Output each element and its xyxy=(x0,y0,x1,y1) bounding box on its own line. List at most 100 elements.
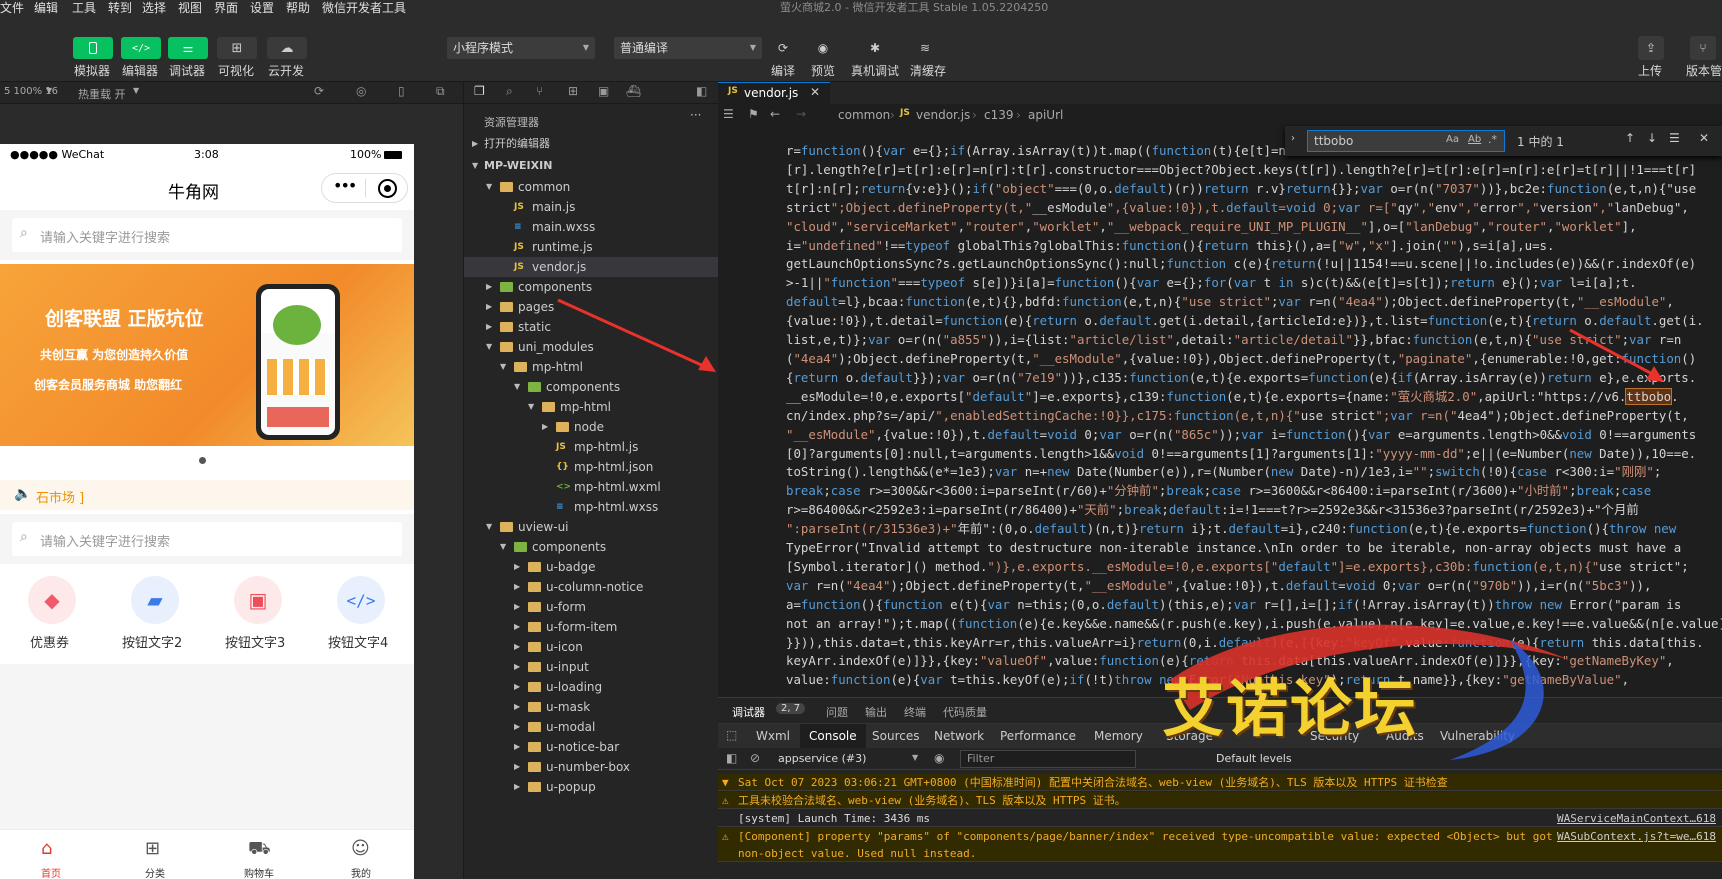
devtab-sources[interactable]: Sources xyxy=(872,729,919,743)
more-icon[interactable]: ••• xyxy=(333,176,357,195)
devtab-memory[interactable]: Memory xyxy=(1094,729,1143,743)
chevron-down-icon[interactable]: ▼ xyxy=(912,753,918,762)
arrow-down-icon[interactable]: ↓ xyxy=(1647,131,1657,145)
compile-label[interactable]: 编译 xyxy=(771,62,795,79)
eye-icon[interactable]: ◉ xyxy=(810,36,836,60)
file-row[interactable]: {} mp-html.json xyxy=(464,457,719,477)
notice-bar[interactable]: 🔈 石市场 ] xyxy=(0,480,414,510)
files-icon[interactable]: ❐ xyxy=(474,84,485,98)
breadcrumb-common[interactable]: common xyxy=(838,108,890,122)
coupon-icon[interactable]: ◆ xyxy=(28,576,76,624)
breadcrumb-file[interactable]: vendor.js xyxy=(916,108,970,122)
extensions-icon[interactable]: ⊞ xyxy=(568,84,578,98)
tab-debugger[interactable]: 调试器 xyxy=(732,704,765,720)
folder-row[interactable]: ▶ u-form-item xyxy=(464,617,719,637)
chevron-right-icon[interactable]: › xyxy=(1291,133,1295,144)
simulator-toggle[interactable] xyxy=(73,37,113,59)
source-link[interactable]: WAServiceMainContext…618 xyxy=(1557,810,1716,826)
home-icon[interactable]: ⌂ xyxy=(41,838,52,859)
search-input-2[interactable]: ⌕ 请输入关键字进行搜索 xyxy=(12,522,402,556)
folder-row[interactable]: ▶ u-mask xyxy=(464,697,719,717)
folder-row[interactable]: ▼ components xyxy=(464,537,719,557)
inspect-icon[interactable]: ⬚ xyxy=(726,728,737,742)
tab-code-quality[interactable]: 代码质量 xyxy=(943,704,987,720)
truck-icon[interactable]: ▰ xyxy=(131,576,179,624)
upload-icon[interactable]: ⇪ xyxy=(1638,36,1664,60)
editor-toggle[interactable]: </> xyxy=(121,37,161,59)
devtab-wxml[interactable]: Wxml xyxy=(756,729,790,743)
folder-row[interactable]: ▶ u-form xyxy=(464,597,719,617)
tab-cart[interactable]: 购物车 xyxy=(244,865,274,879)
tab-me[interactable]: 我的 xyxy=(351,865,371,879)
tab-home[interactable]: 首页 xyxy=(41,865,61,879)
tab-output[interactable]: 输出 xyxy=(865,704,887,720)
chevron-down-icon[interactable]: ▼ xyxy=(133,86,139,95)
file-row[interactable]: ≡ mp-html.wxss xyxy=(464,497,719,517)
folder-row[interactable]: ▼ mp-html xyxy=(464,397,719,417)
folder-row[interactable]: ▼ common xyxy=(464,177,719,197)
visual-toggle[interactable]: ⊞ xyxy=(217,37,257,59)
devtab-network[interactable]: Network xyxy=(934,729,984,743)
refresh-icon[interactable]: ⟳ xyxy=(314,84,324,98)
menu-select[interactable]: 选择 xyxy=(142,0,166,16)
arrow-up-icon[interactable]: ↑ xyxy=(1625,131,1635,145)
more-icon[interactable]: ··· xyxy=(690,108,701,122)
bookmark-icon[interactable]: ⚑ xyxy=(748,107,759,121)
upload-label[interactable]: 上传 xyxy=(1638,62,1662,79)
menu-goto[interactable]: 转到 xyxy=(108,0,132,16)
debug-icon[interactable]: ▣ xyxy=(598,84,609,98)
preview-label[interactable]: 预览 xyxy=(811,62,835,79)
phone-icon[interactable]: ▯ xyxy=(398,84,405,98)
menu-settings[interactable]: 设置 xyxy=(250,0,274,16)
folder-row[interactable]: ▶ u-popup xyxy=(464,777,719,797)
whole-word-icon[interactable]: Ab xyxy=(1468,134,1481,145)
open-editors-header[interactable]: ▶ 打开的编辑器 xyxy=(464,133,719,155)
forward-icon[interactable]: → xyxy=(796,107,806,121)
clear-icon[interactable]: ⊘ xyxy=(750,751,760,765)
card-icon[interactable]: ▣ xyxy=(234,576,282,624)
clear-cache-label[interactable]: 清缓存 xyxy=(910,62,946,79)
file-row[interactable]: JS mp-html.js xyxy=(464,437,719,457)
device-debug-label[interactable]: 真机调试 xyxy=(851,62,899,79)
search-icon[interactable]: ⌕ xyxy=(506,84,513,99)
folder-row[interactable]: ▶ u-loading xyxy=(464,677,719,697)
search-input[interactable]: ⌕ 请输入关键字进行搜索 xyxy=(12,218,402,252)
context-select[interactable]: appservice (#3) xyxy=(778,752,866,765)
debugger-toggle[interactable]: ⚌ xyxy=(168,37,208,59)
grid-label-2[interactable]: 按钮文字2 xyxy=(122,632,182,651)
match-case-icon[interactable]: Aa xyxy=(1446,134,1459,145)
close-icon[interactable]: ✕ xyxy=(810,85,820,99)
folder-row[interactable]: ▼ uview-ui xyxy=(464,517,719,537)
menu-file[interactable]: 文件 xyxy=(0,0,24,16)
tab-problems[interactable]: 问题 xyxy=(826,704,848,720)
compile-select[interactable]: 普通编译 ▼ xyxy=(614,37,762,59)
file-row[interactable]: JS main.js xyxy=(464,197,719,217)
breadcrumb-property[interactable]: apiUrl xyxy=(1028,108,1063,122)
folder-row[interactable]: ▶ u-icon xyxy=(464,637,719,657)
folder-row[interactable]: ▶ node xyxy=(464,417,719,437)
code-icon[interactable]: </> xyxy=(337,576,385,624)
eye-icon[interactable]: ◉ xyxy=(934,751,944,765)
file-row[interactable]: JS runtime.js xyxy=(464,237,719,257)
mode-select[interactable]: 小程序模式 ▼ xyxy=(447,37,595,59)
tab-category[interactable]: 分类 xyxy=(145,865,165,879)
folder-row[interactable]: ▶ u-column-notice xyxy=(464,577,719,597)
close-icon[interactable]: ✕ xyxy=(1699,131,1709,145)
user-icon[interactable]: ☺ xyxy=(351,838,370,859)
cart-icon[interactable]: ⛟ xyxy=(248,838,271,862)
source-link[interactable]: WASubContext.js?t=we…618 xyxy=(1557,828,1716,845)
window-icon[interactable]: ⧉ xyxy=(436,84,445,99)
folder-row[interactable]: ▶ u-modal xyxy=(464,717,719,737)
git-icon[interactable]: ⑂ xyxy=(536,84,543,98)
record-icon[interactable]: ◎ xyxy=(356,84,366,98)
folder-row[interactable]: ▶ u-input xyxy=(464,657,719,677)
close-icon[interactable] xyxy=(378,179,397,198)
filter-input[interactable]: Filter xyxy=(960,750,1136,768)
grid-label-4[interactable]: 按钮文字4 xyxy=(328,632,388,651)
version-label[interactable]: 版本管 xyxy=(1686,62,1722,79)
code-view[interactable]: r=function(){var e={};if(Array.isArray(t… xyxy=(786,142,1722,690)
grid-label-1[interactable]: 优惠券 xyxy=(30,632,69,651)
branch-icon[interactable]: ⑂ xyxy=(1690,36,1716,60)
devtab-console[interactable]: Console xyxy=(800,724,866,748)
back-icon[interactable]: ← xyxy=(770,107,780,121)
